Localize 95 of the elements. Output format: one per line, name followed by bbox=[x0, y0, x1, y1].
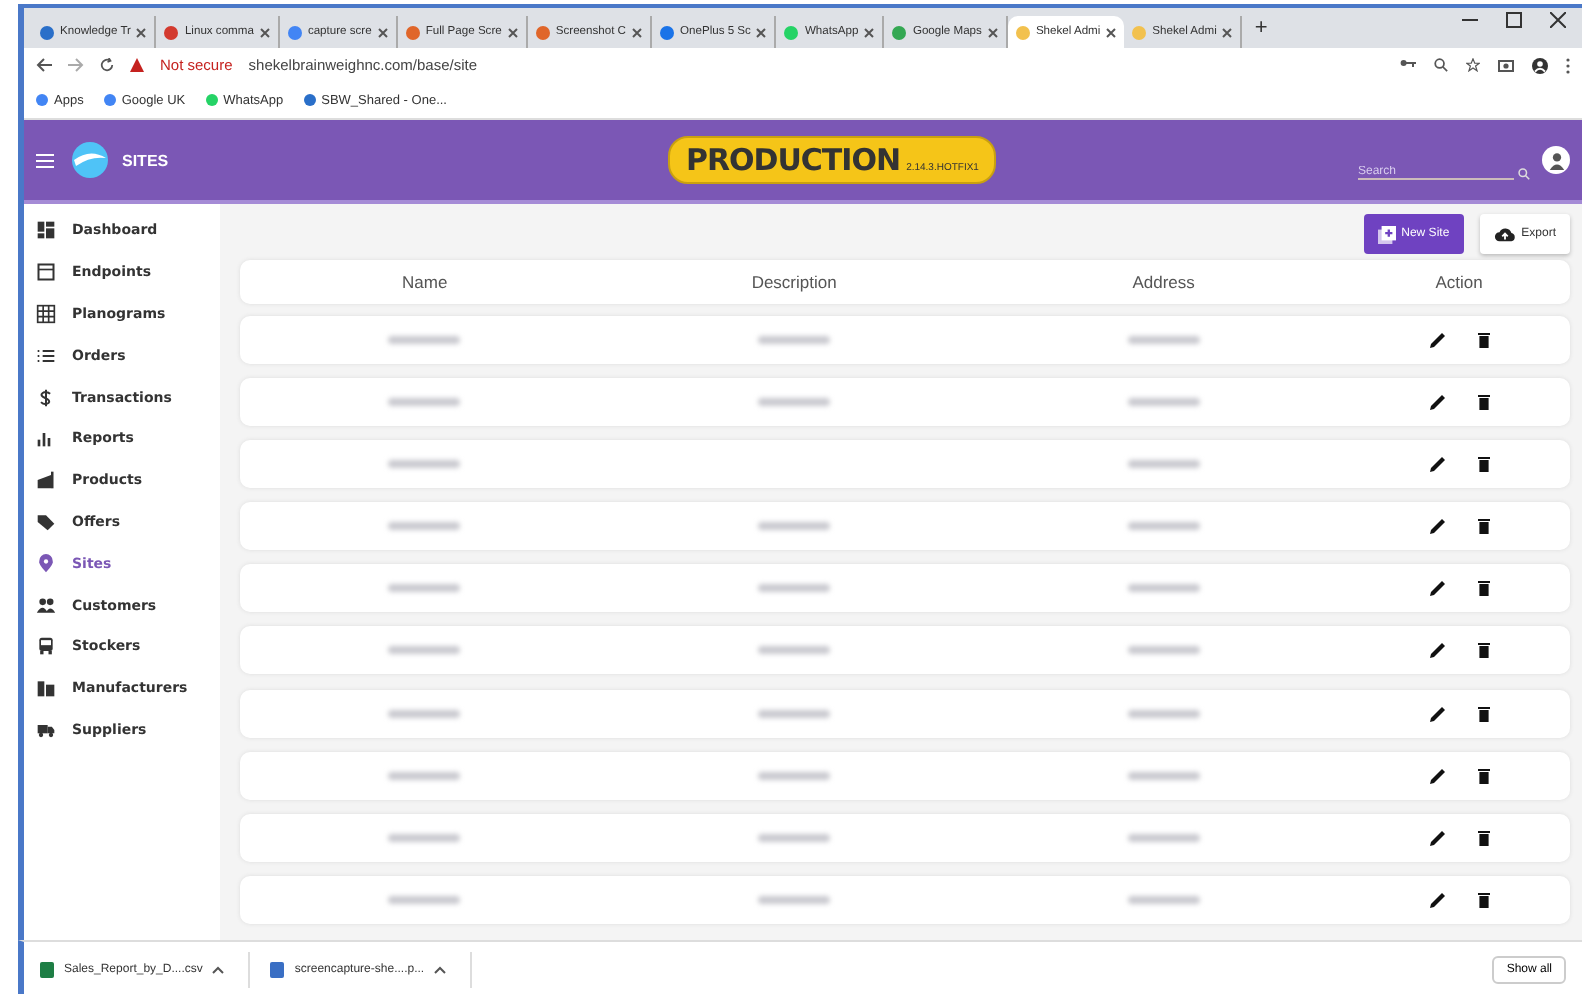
redacted-text bbox=[758, 646, 831, 655]
close-icon[interactable] bbox=[987, 27, 998, 37]
trash-icon[interactable] bbox=[1477, 642, 1490, 659]
close-icon[interactable] bbox=[136, 27, 147, 37]
menu-icon[interactable] bbox=[36, 153, 54, 167]
redacted-text bbox=[1127, 895, 1200, 904]
close-icon[interactable] bbox=[377, 27, 388, 37]
cloud-upload-icon bbox=[1493, 226, 1516, 242]
new-tab-button[interactable]: + bbox=[1242, 16, 1280, 40]
panel-icon bbox=[36, 262, 56, 283]
pencil-icon[interactable] bbox=[1429, 456, 1446, 473]
column-header: Action bbox=[1433, 272, 1485, 292]
star-icon[interactable] bbox=[1466, 57, 1480, 71]
add-icon bbox=[1377, 225, 1396, 243]
close-icon[interactable] bbox=[1222, 27, 1233, 37]
profile-icon[interactable] bbox=[1532, 57, 1548, 73]
key-icon[interactable] bbox=[1400, 57, 1416, 67]
redacted-text bbox=[388, 833, 461, 842]
buildings-icon bbox=[36, 678, 56, 699]
close-icon[interactable] bbox=[507, 27, 518, 37]
reload-icon[interactable] bbox=[100, 58, 114, 72]
dashboard-icon bbox=[36, 220, 56, 241]
pencil-icon[interactable] bbox=[1429, 767, 1446, 784]
pencil-icon[interactable] bbox=[1429, 705, 1446, 722]
redacted-text bbox=[758, 895, 831, 904]
redacted-text bbox=[1127, 833, 1200, 842]
redacted-text bbox=[758, 398, 831, 407]
redacted-text bbox=[758, 771, 831, 780]
trash-icon[interactable] bbox=[1477, 394, 1490, 411]
redacted-text bbox=[1127, 398, 1200, 407]
warning-icon bbox=[130, 58, 144, 72]
pencil-icon[interactable] bbox=[1429, 518, 1446, 535]
maximize-icon[interactable] bbox=[1506, 12, 1522, 28]
column-header: Name bbox=[400, 272, 450, 292]
page-title: SITES bbox=[122, 151, 169, 169]
caret-icon[interactable] bbox=[434, 965, 447, 973]
redacted-text bbox=[1127, 584, 1200, 593]
redacted-text bbox=[758, 336, 831, 344]
trash-icon[interactable] bbox=[1477, 580, 1490, 597]
column-header: Description bbox=[749, 272, 839, 292]
trash-icon[interactable] bbox=[1477, 767, 1490, 784]
pencil-icon[interactable] bbox=[1429, 891, 1446, 908]
pencil-icon[interactable] bbox=[1429, 642, 1446, 659]
trash-icon[interactable] bbox=[1477, 332, 1490, 348]
file-icon bbox=[40, 961, 54, 977]
bar-chart-icon bbox=[36, 428, 56, 449]
pencil-icon[interactable] bbox=[1429, 580, 1446, 597]
redacted-text bbox=[758, 833, 831, 842]
back-icon[interactable] bbox=[36, 58, 52, 72]
redacted-text bbox=[388, 398, 461, 407]
redacted-text bbox=[388, 336, 461, 344]
trash-icon[interactable] bbox=[1477, 829, 1490, 846]
close-icon[interactable] bbox=[864, 27, 875, 37]
redacted-text bbox=[1127, 709, 1200, 718]
dollar-icon bbox=[36, 387, 56, 408]
pencil-icon[interactable] bbox=[1429, 394, 1446, 411]
redacted-text bbox=[1127, 460, 1200, 469]
redacted-text bbox=[388, 460, 461, 469]
truck-icon bbox=[36, 719, 56, 740]
redacted-text bbox=[388, 522, 461, 531]
redacted-text bbox=[758, 709, 831, 718]
caret-icon[interactable] bbox=[212, 965, 225, 973]
redacted-text bbox=[1127, 336, 1200, 344]
redacted-text bbox=[388, 584, 461, 593]
people-icon bbox=[36, 595, 56, 616]
user-avatar-icon[interactable] bbox=[1542, 146, 1570, 174]
redacted-text bbox=[758, 522, 831, 531]
close-icon[interactable] bbox=[756, 27, 767, 37]
redacted-text bbox=[1127, 646, 1200, 655]
file-icon bbox=[270, 961, 285, 977]
pencil-icon[interactable] bbox=[1429, 829, 1446, 846]
redacted-text bbox=[1127, 771, 1200, 780]
tag-icon bbox=[36, 511, 56, 532]
list-icon bbox=[36, 345, 56, 366]
redacted-text bbox=[1127, 522, 1200, 531]
trash-icon[interactable] bbox=[1477, 705, 1490, 722]
close-icon[interactable] bbox=[1550, 12, 1566, 28]
location-pin-icon bbox=[36, 553, 56, 574]
redacted-text bbox=[758, 584, 831, 593]
redacted-text bbox=[388, 895, 461, 904]
close-icon[interactable] bbox=[1106, 27, 1117, 37]
trash-icon[interactable] bbox=[1477, 891, 1490, 908]
trash-icon[interactable] bbox=[1477, 456, 1490, 473]
redacted-text bbox=[388, 646, 461, 655]
search-icon[interactable] bbox=[1434, 57, 1448, 71]
column-header: Address bbox=[1130, 272, 1197, 292]
pencil-icon[interactable] bbox=[1429, 332, 1446, 348]
grid-icon bbox=[36, 303, 56, 324]
redacted-text bbox=[388, 771, 461, 780]
bus-icon bbox=[36, 636, 56, 657]
trash-icon[interactable] bbox=[1477, 518, 1490, 535]
logo-icon bbox=[70, 140, 110, 180]
close-icon[interactable] bbox=[632, 27, 642, 37]
redacted-text bbox=[388, 709, 461, 718]
close-icon[interactable] bbox=[259, 27, 270, 37]
